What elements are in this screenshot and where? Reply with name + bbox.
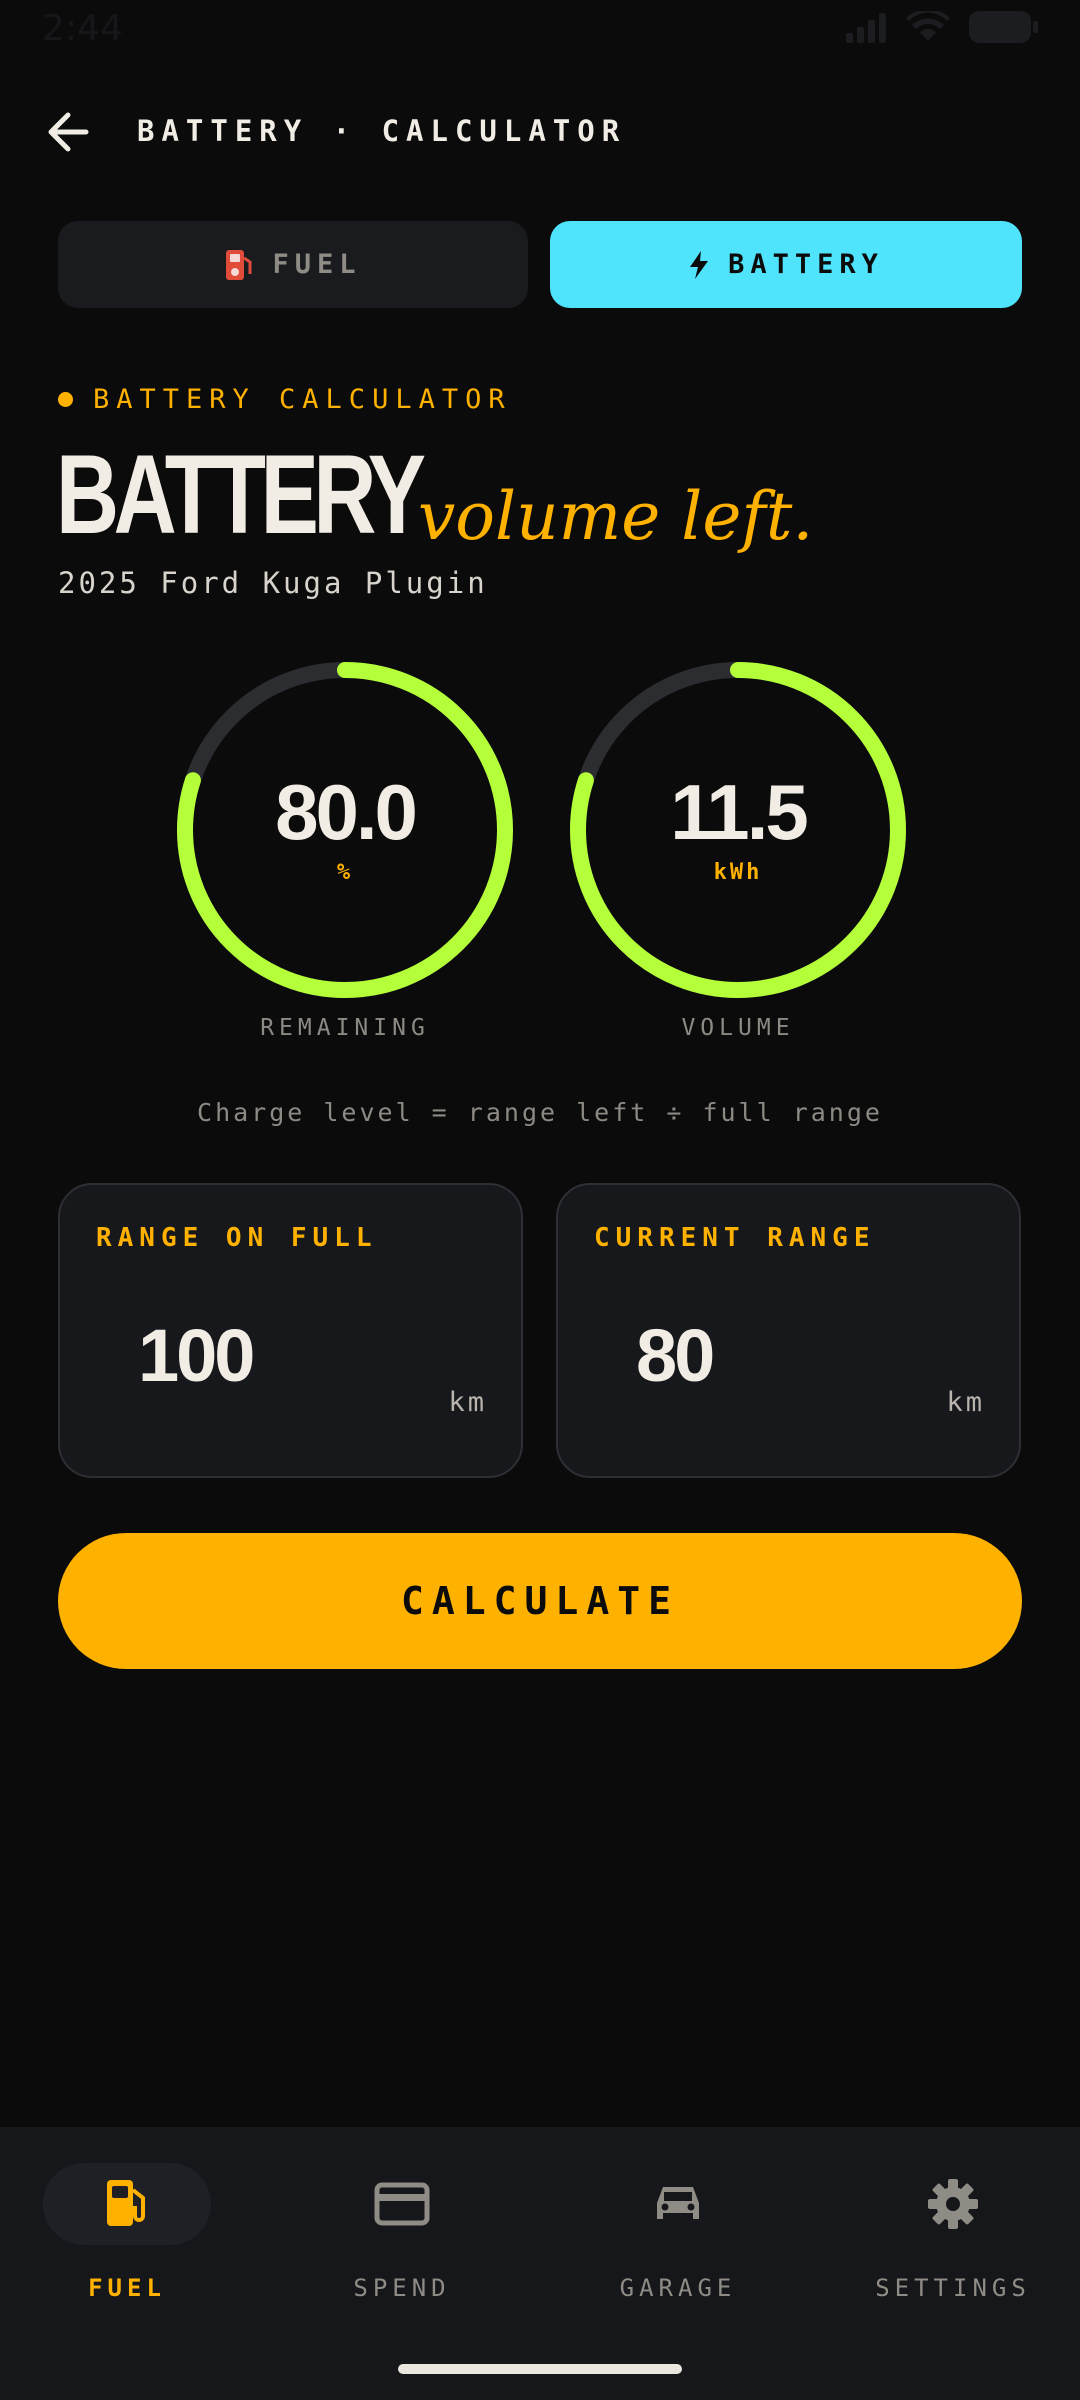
status-icons [844, 10, 1040, 44]
gear-icon [928, 2179, 978, 2229]
page-title: BATTERY · CALCULATOR [137, 114, 627, 148]
gauge-value: 80.0 [275, 768, 418, 856]
gauge-label-volume: VOLUME [681, 1015, 795, 1041]
header: BATTERY · CALCULATOR [0, 100, 1080, 164]
gauge-unit: kWh [713, 860, 763, 885]
car-icon [657, 2187, 699, 2219]
wifi-icon [906, 11, 950, 41]
nav-icon-container [869, 2163, 1037, 2245]
nav-item-fuel[interactable]: FUEL [27, 2163, 227, 2323]
section-eyebrow: BATTERY CALCULATOR [58, 384, 512, 415]
eyebrow-label: BATTERY CALCULATOR [93, 384, 512, 415]
volume-gauge: 11.5 kWh [563, 655, 913, 1005]
nav-label: SPEND [353, 2274, 451, 2302]
section-title-script: volume left. [418, 478, 814, 555]
fuel-pump-icon [226, 249, 252, 280]
range-on-full-field[interactable]: RANGE ON FULL 100 km [58, 1183, 523, 1478]
nav-icon-container [318, 2163, 486, 2245]
home-indicator [398, 2364, 682, 2374]
field-label: CURRENT RANGE [594, 1223, 876, 1253]
cellular-signal-icon [846, 13, 886, 43]
lightning-icon [690, 250, 709, 279]
nav-item-spend[interactable]: SPEND [302, 2163, 502, 2323]
tab-battery-label: BATTERY [728, 249, 884, 280]
nav-label: GARAGE [619, 2274, 737, 2302]
gauge-unit: % [336, 860, 354, 885]
nav-icon-container [43, 2163, 211, 2245]
credit-card-icon [374, 2182, 430, 2226]
gauge-label-remaining: REMAINING [260, 1015, 430, 1041]
remaining-gauge: 80.0 % [170, 655, 520, 1005]
nav-item-settings[interactable]: SETTINGS [853, 2163, 1053, 2323]
vehicle-name: 2025 Ford Kuga Plugin [58, 566, 488, 600]
field-value[interactable]: 100 [138, 1313, 255, 1398]
status-bar: 2:44 [0, 0, 1080, 60]
tab-fuel-label: FUEL [272, 249, 362, 280]
field-value[interactable]: 80 [636, 1313, 715, 1398]
arrow-left-icon [48, 112, 89, 152]
battery-status-icon [969, 11, 1038, 43]
nav-item-garage[interactable]: GARAGE [578, 2163, 778, 2323]
nav-label: FUEL [88, 2274, 166, 2302]
back-button[interactable] [46, 110, 104, 154]
bottom-nav: FUEL SPEND GARAGE SETTINGS [0, 2127, 1080, 2400]
section-title: BATTERY [56, 432, 426, 557]
status-time: 2:44 [42, 8, 123, 49]
field-unit: km [946, 1387, 985, 1418]
fuel-pump-icon [107, 2180, 145, 2226]
tab-fuel[interactable]: FUEL [58, 221, 528, 308]
current-range-field[interactable]: CURRENT RANGE 80 km [556, 1183, 1021, 1478]
formula-text: Charge level = range left ÷ full range [197, 1098, 883, 1127]
gauge-value: 11.5 [670, 768, 809, 856]
nav-icon-container [594, 2163, 762, 2245]
field-unit: km [448, 1387, 487, 1418]
eyebrow-dot [58, 392, 73, 407]
tab-battery[interactable]: BATTERY [550, 221, 1022, 308]
nav-label: SETTINGS [875, 2274, 1031, 2302]
calculate-label: CALCULATE [401, 1579, 679, 1623]
field-label: RANGE ON FULL [96, 1223, 378, 1253]
calculate-button[interactable]: CALCULATE [58, 1533, 1022, 1669]
